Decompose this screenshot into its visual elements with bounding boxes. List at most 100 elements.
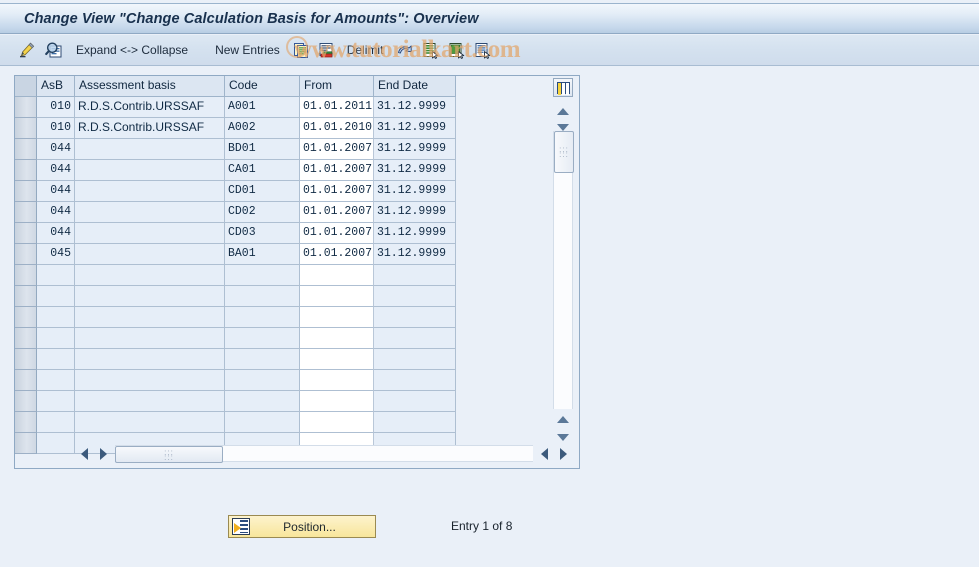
cell-code[interactable]: [225, 412, 300, 433]
row-selector-cell[interactable]: [15, 286, 37, 307]
table-empty-row[interactable]: [15, 349, 456, 370]
cell-code[interactable]: BD01: [225, 139, 300, 160]
row-selector-cell[interactable]: [15, 244, 37, 265]
cell-end_date[interactable]: [374, 370, 456, 391]
row-selector-cell[interactable]: [15, 412, 37, 433]
row-selector-cell[interactable]: [15, 349, 37, 370]
scroll-left-button[interactable]: [75, 444, 94, 463]
row-selector-cell[interactable]: [15, 202, 37, 223]
cell-assessment_basis[interactable]: [75, 349, 225, 370]
horizontal-scroll-track[interactable]: ::::::: [115, 445, 533, 463]
cell-end_date[interactable]: 31.12.9999: [374, 244, 456, 265]
cell-asb[interactable]: 045: [37, 244, 75, 265]
cell-end_date[interactable]: 31.12.9999: [374, 202, 456, 223]
cell-assessment_basis[interactable]: [75, 265, 225, 286]
cell-code[interactable]: CD02: [225, 202, 300, 223]
cell-asb[interactable]: [37, 265, 75, 286]
cell-asb[interactable]: [37, 433, 75, 454]
cell-assessment_basis[interactable]: [75, 223, 225, 244]
cell-end_date[interactable]: [374, 412, 456, 433]
position-button[interactable]: Position...: [228, 515, 376, 538]
cell-from[interactable]: [300, 328, 374, 349]
table-empty-row[interactable]: [15, 286, 456, 307]
table-empty-row[interactable]: [15, 328, 456, 349]
cell-end_date[interactable]: 31.12.9999: [374, 97, 456, 118]
delete-button[interactable]: [316, 39, 336, 61]
cell-from[interactable]: 01.01.2007: [300, 244, 374, 265]
cell-end_date[interactable]: 31.12.9999: [374, 160, 456, 181]
cell-code[interactable]: [225, 328, 300, 349]
cell-assessment_basis[interactable]: [75, 328, 225, 349]
table-header-from[interactable]: From: [300, 76, 374, 97]
table-empty-row[interactable]: [15, 265, 456, 286]
table-empty-row[interactable]: [15, 412, 456, 433]
cell-assessment_basis[interactable]: [75, 370, 225, 391]
horizontal-scroll-thumb[interactable]: ::::::: [115, 446, 223, 463]
vertical-scrollbar[interactable]: ::::::: [553, 78, 574, 448]
cell-end_date[interactable]: [374, 265, 456, 286]
cell-asb[interactable]: 044: [37, 139, 75, 160]
cell-asb[interactable]: 044: [37, 202, 75, 223]
table-row[interactable]: 045 BA01 01.01.2007 31.12.9999: [15, 244, 456, 265]
cell-end_date[interactable]: [374, 328, 456, 349]
cell-from[interactable]: [300, 370, 374, 391]
table-header-code[interactable]: Code: [225, 76, 300, 97]
cell-asb[interactable]: [37, 349, 75, 370]
cell-from[interactable]: 01.01.2007: [300, 139, 374, 160]
cell-asb[interactable]: 010: [37, 97, 75, 118]
cell-from[interactable]: [300, 412, 374, 433]
display-change-button[interactable]: [16, 39, 38, 61]
cell-end_date[interactable]: 31.12.9999: [374, 118, 456, 139]
cell-from[interactable]: [300, 391, 374, 412]
table-row[interactable]: 044 CD01 01.01.2007 31.12.9999: [15, 181, 456, 202]
new-entries-button[interactable]: New Entries: [209, 39, 286, 61]
scroll-page-down-button[interactable]: [553, 429, 573, 445]
undo-button[interactable]: [394, 39, 415, 61]
cell-end_date[interactable]: 31.12.9999: [374, 181, 456, 202]
cell-code[interactable]: A002: [225, 118, 300, 139]
select-block-button[interactable]: [472, 39, 493, 61]
cell-assessment_basis[interactable]: R.D.S.Contrib.URSSAF: [75, 97, 225, 118]
cell-code[interactable]: [225, 391, 300, 412]
cell-assessment_basis[interactable]: [75, 181, 225, 202]
cell-assessment_basis[interactable]: [75, 160, 225, 181]
row-selector-cell[interactable]: [15, 265, 37, 286]
table-header-end_date[interactable]: End Date: [374, 76, 456, 97]
scroll-page-up-button[interactable]: [553, 411, 573, 427]
cell-code[interactable]: [225, 307, 300, 328]
row-selector-cell[interactable]: [15, 139, 37, 160]
cell-code[interactable]: [225, 370, 300, 391]
cell-asb[interactable]: [37, 370, 75, 391]
table-settings-button[interactable]: [553, 78, 573, 97]
cell-asb[interactable]: 010: [37, 118, 75, 139]
cell-assessment_basis[interactable]: [75, 391, 225, 412]
cell-from[interactable]: 01.01.2007: [300, 160, 374, 181]
table-empty-row[interactable]: [15, 391, 456, 412]
table-row[interactable]: 044 BD01 01.01.2007 31.12.9999: [15, 139, 456, 160]
horizontal-scrollbar[interactable]: ::::::: [75, 444, 573, 463]
cell-code[interactable]: CD03: [225, 223, 300, 244]
cell-end_date[interactable]: [374, 349, 456, 370]
check-entries-button[interactable]: [43, 39, 65, 61]
table-row[interactable]: 010 R.D.S.Contrib.URSSAF A001 01.01.2011 31.…: [15, 97, 456, 118]
cell-asb[interactable]: [37, 412, 75, 433]
cell-from[interactable]: 01.01.2011: [300, 97, 374, 118]
cell-from[interactable]: [300, 265, 374, 286]
cell-asb[interactable]: [37, 391, 75, 412]
cell-asb[interactable]: 044: [37, 181, 75, 202]
row-selector-cell[interactable]: [15, 391, 37, 412]
scroll-right-button[interactable]: [94, 444, 113, 463]
scroll-far-left-button[interactable]: [535, 444, 554, 463]
cell-from[interactable]: 01.01.2007: [300, 181, 374, 202]
table-empty-row[interactable]: [15, 307, 456, 328]
expand-collapse-button[interactable]: Expand <-> Collapse: [70, 39, 194, 61]
vertical-scroll-track[interactable]: ::::::: [553, 131, 574, 409]
cell-asb[interactable]: 044: [37, 160, 75, 181]
cell-end_date[interactable]: [374, 307, 456, 328]
row-selector-cell[interactable]: [15, 433, 37, 454]
cell-assessment_basis[interactable]: [75, 139, 225, 160]
cell-assessment_basis[interactable]: [75, 202, 225, 223]
row-selector-cell[interactable]: [15, 370, 37, 391]
cell-code[interactable]: CA01: [225, 160, 300, 181]
cell-code[interactable]: BA01: [225, 244, 300, 265]
